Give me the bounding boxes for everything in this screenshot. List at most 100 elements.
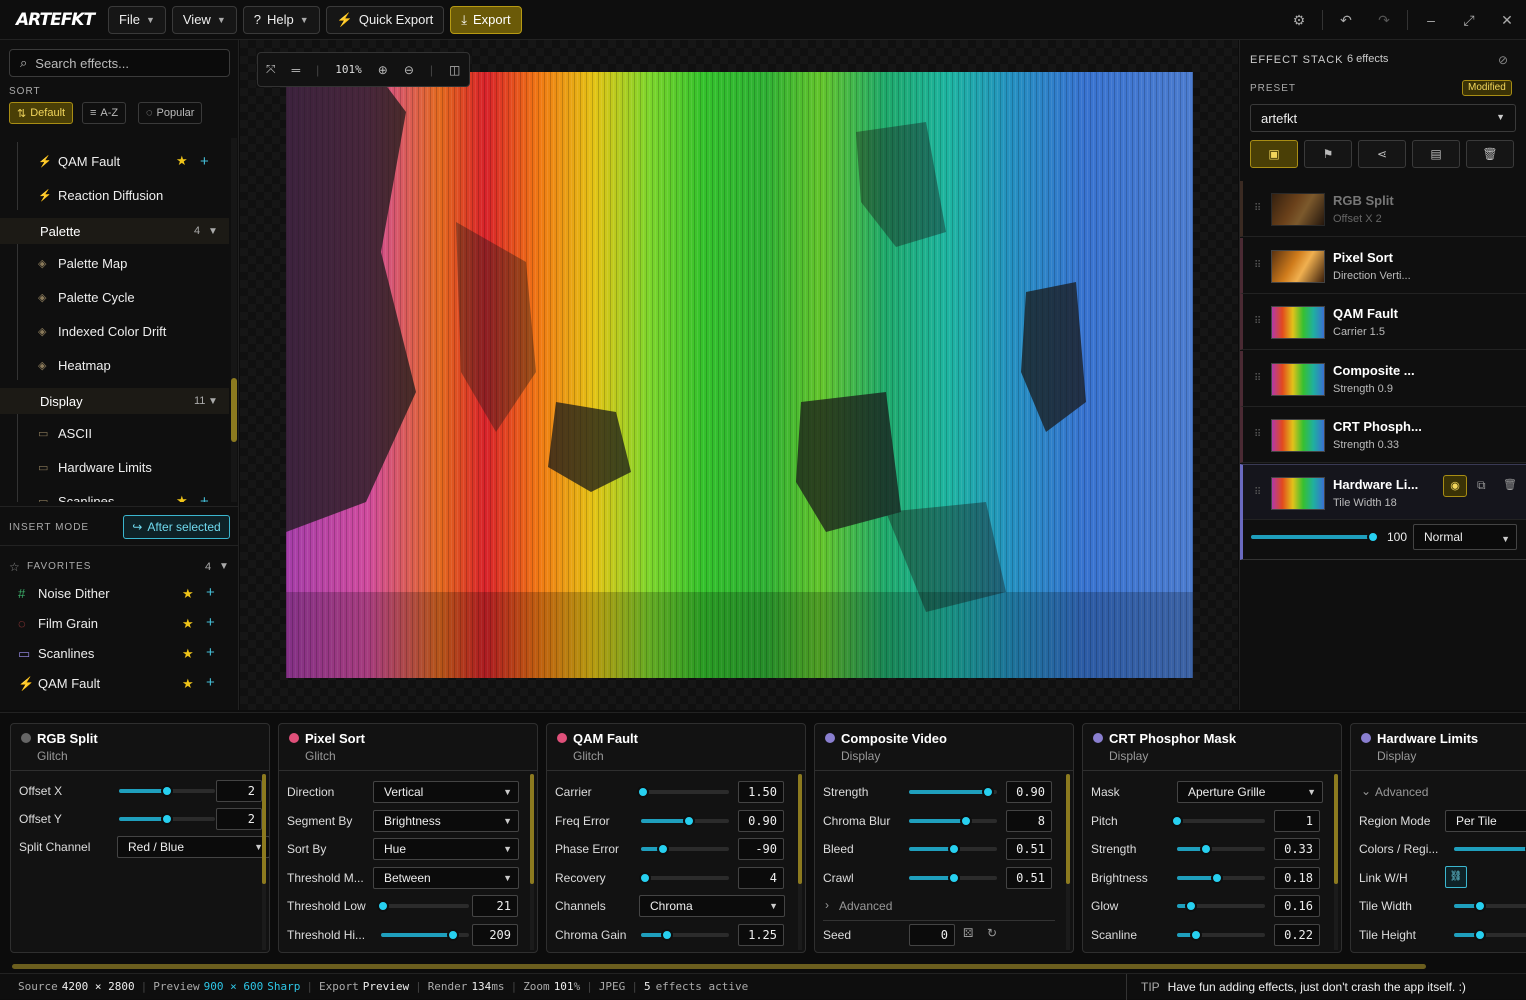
card-scrollbar[interactable]: [1066, 774, 1070, 950]
export-button[interactable]: ⤓Export: [450, 6, 521, 34]
add-icon[interactable]: +: [206, 644, 215, 661]
param-value-input[interactable]: 1.25: [738, 924, 784, 946]
undo-icon[interactable]: ↶: [1332, 12, 1360, 29]
add-icon[interactable]: +: [200, 153, 209, 170]
dice-icon[interactable]: ⚄: [963, 926, 973, 940]
param-select[interactable]: Aperture Grille▼: [1177, 781, 1323, 803]
param-select[interactable]: Vertical▼: [373, 781, 519, 803]
param-select[interactable]: Brightness▼: [373, 810, 519, 832]
effect-item[interactable]: ▭Scanlines★+: [0, 486, 229, 502]
param-value-input[interactable]: 0.51: [1006, 838, 1052, 860]
eye-icon[interactable]: ◉: [1443, 475, 1467, 497]
scrollbar-thumb[interactable]: [1334, 774, 1338, 884]
effect-item[interactable]: ◈Heatmap: [0, 350, 229, 380]
slider-knob[interactable]: [683, 815, 695, 827]
param-value-input[interactable]: 8: [1006, 810, 1052, 832]
minimize-icon[interactable]: –: [1417, 12, 1445, 28]
param-value-input[interactable]: -90: [738, 838, 784, 860]
param-slider[interactable]: [641, 819, 729, 823]
slider-knob[interactable]: [948, 872, 960, 884]
param-value-input[interactable]: 2: [216, 780, 262, 802]
drag-handle-icon[interactable]: ⠿: [1254, 487, 1261, 498]
drag-handle-icon[interactable]: ⠿: [1254, 316, 1261, 327]
param-select[interactable]: Red / Blue▼: [117, 836, 270, 858]
zoom-out-icon[interactable]: ⊖: [404, 63, 414, 77]
preset-select[interactable]: artefkt▼: [1250, 104, 1516, 132]
scrollbar-thumb[interactable]: [231, 378, 237, 442]
duplicate-icon[interactable]: ⧉: [1477, 478, 1486, 493]
slider-knob[interactable]: [1171, 815, 1183, 827]
param-slider[interactable]: [1177, 819, 1265, 823]
sort-default-button[interactable]: ⇅Default: [9, 102, 73, 124]
effect-item[interactable]: ▭Hardware Limits: [0, 452, 229, 482]
param-slider[interactable]: [909, 876, 997, 880]
slider-knob[interactable]: [1190, 929, 1202, 941]
card-scrollbar[interactable]: [262, 774, 266, 950]
drag-handle-icon[interactable]: ⠿: [1254, 203, 1261, 214]
link-icon[interactable]: ⛓: [1445, 866, 1467, 888]
slider-knob[interactable]: [1474, 900, 1486, 912]
effect-item[interactable]: ⚡Reaction Diffusion: [0, 180, 229, 210]
horizontal-scrollbar[interactable]: [12, 964, 1426, 969]
param-slider[interactable]: [1454, 933, 1526, 937]
slider-knob[interactable]: [1200, 843, 1212, 855]
advanced-toggle[interactable]: Advanced: [1375, 785, 1428, 799]
param-value-input[interactable]: 0.16: [1274, 895, 1320, 917]
zoom-in-icon[interactable]: ⊕: [378, 63, 388, 77]
share-preset-button[interactable]: ⋖: [1358, 140, 1406, 168]
param-slider[interactable]: [909, 819, 997, 823]
preview-image[interactable]: [286, 72, 1193, 678]
save-preset-button[interactable]: ▣: [1250, 140, 1298, 168]
quick-export-button[interactable]: ⚡Quick Export: [326, 6, 445, 34]
param-slider[interactable]: [381, 904, 469, 908]
seed-input[interactable]: 0: [909, 924, 955, 946]
param-value-input[interactable]: 21: [472, 895, 518, 917]
stack-item[interactable]: ⠿Pixel SortDirection Verti...: [1240, 238, 1526, 294]
add-icon[interactable]: +: [206, 584, 215, 601]
param-slider[interactable]: [119, 817, 215, 821]
favorite-item[interactable]: ▭Scanlines★+: [0, 638, 239, 668]
slider-knob[interactable]: [447, 929, 459, 941]
refresh-icon[interactable]: ↻: [987, 926, 997, 940]
slider-knob[interactable]: [982, 786, 994, 798]
category-display[interactable]: Display11▼: [0, 388, 229, 414]
delete-preset-button[interactable]: 🗑: [1466, 140, 1514, 168]
tree-scrollbar[interactable]: [231, 138, 237, 502]
stack-item[interactable]: ⠿QAM FaultCarrier 1.5: [1240, 294, 1526, 350]
favorite-item[interactable]: ◌Film Grain★+: [0, 608, 239, 638]
param-value-input[interactable]: 0.51: [1006, 867, 1052, 889]
search-input[interactable]: ⌕Search effects...: [9, 49, 230, 77]
effect-item[interactable]: ⚡QAM Fault★+: [0, 146, 229, 176]
scrollbar-thumb[interactable]: [530, 774, 534, 884]
chevron-right-icon[interactable]: ⌄: [1361, 784, 1371, 798]
param-select[interactable]: Per Tile▼: [1445, 810, 1526, 832]
param-slider[interactable]: [119, 789, 215, 793]
star-icon[interactable]: ★: [182, 646, 194, 662]
redo-icon[interactable]: ↷: [1370, 12, 1398, 29]
blend-mode-select[interactable]: Normal▼: [1413, 524, 1517, 550]
card-scrollbar[interactable]: [530, 774, 534, 950]
param-value-input[interactable]: 0.90: [738, 810, 784, 832]
param-slider[interactable]: [909, 790, 997, 794]
favorite-item[interactable]: ⚡QAM Fault★+: [0, 668, 239, 698]
favorite-item[interactable]: #Noise Dither★+: [0, 578, 239, 608]
effect-item[interactable]: ◈Indexed Color Drift: [0, 316, 229, 346]
effect-item[interactable]: ▭ASCII: [0, 418, 229, 448]
param-slider[interactable]: [641, 790, 729, 794]
drag-handle-icon[interactable]: ⠿: [1254, 260, 1261, 271]
split-view-icon[interactable]: ◫: [449, 63, 460, 77]
add-icon[interactable]: +: [206, 674, 215, 691]
file-menu-button[interactable]: File▼: [108, 6, 166, 34]
slider-knob[interactable]: [639, 872, 651, 884]
maximize-icon[interactable]: ⤢: [1455, 12, 1483, 29]
category-palette[interactable]: Palette4▼: [0, 218, 229, 244]
param-select[interactable]: Hue▼: [373, 838, 519, 860]
bookmark-preset-button[interactable]: ⚑: [1304, 140, 1352, 168]
effect-item[interactable]: ◈Palette Cycle: [0, 282, 229, 312]
advanced-toggle[interactable]: Advanced: [839, 899, 892, 913]
slider-knob[interactable]: [161, 785, 173, 797]
param-slider[interactable]: [641, 876, 729, 880]
view-menu-button[interactable]: View▼: [172, 6, 237, 34]
effect-item[interactable]: ◈Palette Map: [0, 248, 229, 278]
fit-screen-icon[interactable]: ⤧: [266, 62, 276, 77]
